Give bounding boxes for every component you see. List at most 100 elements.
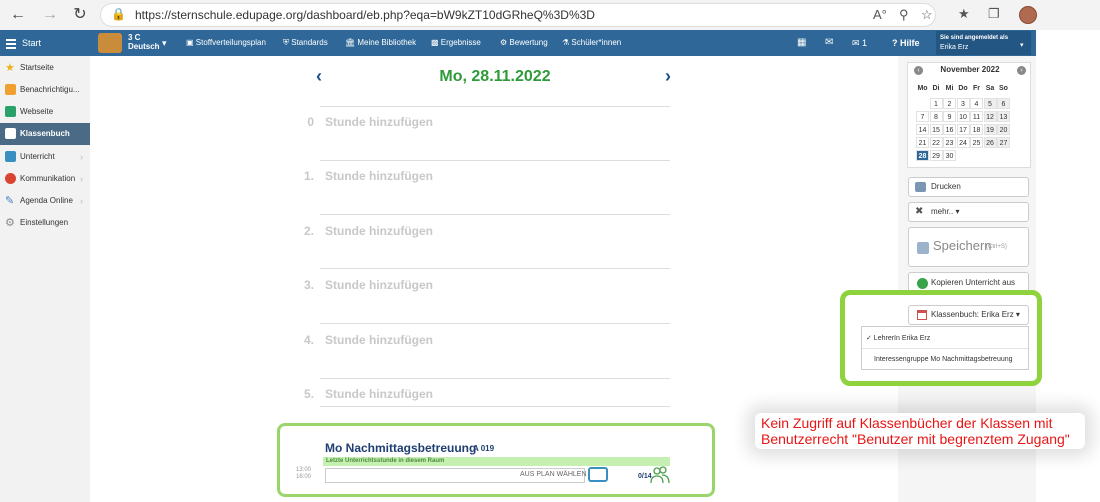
calendar-day[interactable]: 28: [916, 150, 929, 161]
calendar-day[interactable]: 7: [916, 111, 929, 122]
classbook-selector[interactable]: Klassenbuch: Erika Erz ▾: [908, 305, 1029, 325]
sidebar-item-benachrichtigungen[interactable]: Benachrichtigu...: [0, 79, 90, 101]
calendar-day[interactable]: 23: [943, 137, 956, 148]
calendar-day[interactable]: 2: [943, 98, 956, 109]
calendar-day[interactable]: 27: [997, 137, 1010, 148]
lesson-row[interactable]: [320, 323, 670, 377]
calendar-day[interactable]: 30: [943, 150, 956, 161]
lesson-number: 1.: [303, 169, 314, 183]
menu-icon: [6, 37, 16, 51]
house-icon: [5, 106, 16, 117]
calendar-day[interactable]: 22: [929, 137, 943, 148]
calendar-day[interactable]: 11: [970, 111, 983, 122]
help-button[interactable]: ? Hilfe: [892, 30, 920, 56]
activity-title[interactable]: Mo Nachmittagsbetreuung: [325, 441, 476, 455]
calendar-day[interactable]: 9: [943, 111, 956, 122]
screen-icon[interactable]: ▦: [797, 30, 806, 56]
book-icon: [5, 128, 16, 139]
favorites-icon[interactable]: ★: [958, 6, 970, 22]
calendar-day[interactable]: 14: [916, 124, 929, 135]
calendar-day[interactable]: 19: [983, 124, 997, 135]
url-text[interactable]: https://sternschule.edupage.org/dashboar…: [135, 8, 595, 22]
calendar-day[interactable]: 18: [970, 124, 983, 135]
class-name: 3 C: [128, 33, 141, 42]
nav-schueler-innen[interactable]: ⚗ Schüler*innen: [562, 30, 621, 56]
add-lesson-link[interactable]: Stunde hinzufügen: [325, 333, 433, 347]
envelope-icon: [5, 84, 16, 95]
calendar-day[interactable]: 16: [943, 124, 956, 135]
favorite-icon[interactable]: ☆: [921, 7, 933, 23]
calendar-day[interactable]: 6: [997, 98, 1010, 109]
lesson-row[interactable]: [320, 214, 670, 268]
nav-standards[interactable]: ⛨ Standards: [283, 30, 328, 56]
sidebar-item-klassenbuch[interactable]: Klassenbuch: [0, 123, 90, 145]
chevron-down-icon: ▾: [1020, 42, 1024, 49]
reload-icon[interactable]: ↻: [70, 5, 90, 25]
sidebar-item-startseite[interactable]: ★ Startseite: [0, 57, 90, 79]
calendar-day[interactable]: 26: [983, 137, 997, 148]
nav-stoffverteilungsplan[interactable]: ▣ Stoffverteilungsplan: [186, 30, 266, 56]
calendar-day[interactable]: 24: [956, 137, 970, 148]
lesson-row[interactable]: [320, 268, 670, 322]
nav-bewertung[interactable]: ⚙ Bewertung: [500, 30, 548, 56]
start-button[interactable]: Start: [0, 30, 90, 56]
app-header: Start 3 C Deutsch ▾ ▣ Stoffverteilungspl…: [0, 30, 1036, 56]
calendar-day[interactable]: 13: [997, 111, 1010, 122]
weekday-label: Sa: [985, 85, 995, 92]
choose-from-plan-button[interactable]: AUS PLAN WÄHLEN: [520, 471, 587, 478]
sidebar-item-agenda-online[interactable]: ✎ Agenda Online ›: [0, 190, 90, 212]
next-month-button[interactable]: ›: [1017, 66, 1026, 75]
dropdown-item-teacher[interactable]: ✓ LehrerIn Erika Erz: [862, 328, 1028, 349]
profile-avatar[interactable]: [1019, 6, 1037, 24]
save-button[interactable]: Speichern (Ctrl+S): [908, 227, 1029, 267]
students-icon[interactable]: [650, 466, 670, 484]
calendar-day[interactable]: 21: [916, 137, 929, 148]
class-avatar-icon: [98, 33, 122, 53]
briefcase-icon[interactable]: [588, 467, 608, 482]
nav-meine-bibliothek[interactable]: 🏛 Meine Bibliothek: [345, 30, 416, 56]
calendar-day[interactable]: 8: [929, 111, 943, 122]
sidebar-item-einstellungen[interactable]: ⚙ Einstellungen: [0, 212, 90, 234]
calendar-day[interactable]: 4: [970, 98, 983, 109]
add-lesson-link[interactable]: Stunde hinzufügen: [325, 224, 433, 238]
calendar-day[interactable]: 29: [929, 150, 943, 161]
save-shortcut: (Ctrl+S): [986, 244, 1007, 250]
dropdown-item-interest-group[interactable]: Interessengruppe Mo Nachmittagsbetreuung: [862, 349, 1028, 370]
back-icon[interactable]: ←: [8, 5, 28, 25]
forward-icon[interactable]: →: [40, 5, 60, 25]
sidebar-item-webseite[interactable]: Webseite: [0, 101, 90, 123]
calendar-day[interactable]: 12: [983, 111, 997, 122]
more-button[interactable]: ✖ mehr.. ▾: [908, 202, 1029, 222]
lesson-number: 5.: [303, 387, 314, 401]
calendar-day[interactable]: 15: [929, 124, 943, 135]
calendar-day[interactable]: 20: [997, 124, 1010, 135]
prev-day-button[interactable]: ‹: [316, 66, 322, 87]
weekday-label: So: [999, 85, 1008, 92]
classbook-dropdown: ✓ LehrerIn Erika Erz Interessengruppe Mo…: [861, 326, 1029, 370]
class-selector[interactable]: 3 C Deutsch: [128, 33, 160, 51]
nav-ergebnisse[interactable]: ▩ Ergebnisse: [431, 30, 481, 56]
collections-icon[interactable]: ❐: [988, 6, 1000, 22]
start-label: Start: [22, 38, 42, 48]
add-lesson-link[interactable]: Stunde hinzufügen: [325, 115, 433, 129]
add-lesson-link[interactable]: Stunde hinzufügen: [325, 169, 433, 183]
chevron-down-icon[interactable]: ▾: [162, 30, 167, 56]
add-lesson-link[interactable]: Stunde hinzufügen: [325, 278, 433, 292]
sidebar-item-kommunikation[interactable]: Kommunikation ›: [0, 168, 90, 190]
calendar-day[interactable]: 3: [956, 98, 970, 109]
calendar-day[interactable]: 5: [983, 98, 997, 109]
calendar-day[interactable]: 17: [956, 124, 970, 135]
add-lesson-link[interactable]: Stunde hinzufügen: [325, 387, 433, 401]
messages-button[interactable]: ✉ 1: [852, 30, 867, 56]
chat-icon[interactable]: ✉: [825, 30, 833, 56]
zoom-icon[interactable]: ⚲: [899, 7, 909, 23]
sidebar-item-unterricht[interactable]: Unterricht ›: [0, 146, 90, 168]
print-button[interactable]: Drucken: [908, 177, 1029, 197]
address-bar[interactable]: 🔒 https://sternschule.edupage.org/dashbo…: [100, 3, 936, 27]
calendar-day[interactable]: 10: [956, 111, 970, 122]
calendar-day[interactable]: 1: [929, 98, 943, 109]
user-menu[interactable]: Sie sind angemeldet als Erika Erz ▾: [936, 31, 1031, 55]
calendar-day[interactable]: 25: [970, 137, 983, 148]
next-day-button[interactable]: ›: [665, 66, 671, 87]
read-aloud-icon[interactable]: A°: [873, 7, 887, 22]
